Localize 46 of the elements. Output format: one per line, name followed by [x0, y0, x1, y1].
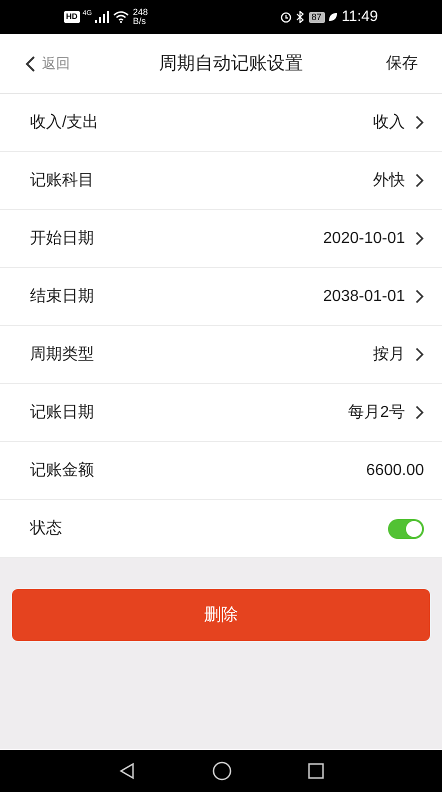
bluetooth-icon [296, 11, 304, 23]
row-label: 记账金额 [30, 460, 95, 480]
wifi-icon [112, 11, 129, 23]
save-button[interactable]: 保存 [386, 52, 418, 76]
home-circle-icon[interactable] [212, 761, 232, 781]
clock-time: 11:49 [342, 6, 378, 27]
chevron-right-icon [415, 115, 424, 130]
settings-row[interactable]: 周期类型 按月 [0, 326, 442, 384]
battery-level: 87 [308, 12, 325, 22]
back-triangle-icon[interactable] [118, 762, 136, 780]
row-value: 每月2号 [348, 402, 405, 422]
network-speed-unit: B/s [132, 17, 147, 26]
row-value: 2020-10-01 [323, 228, 405, 248]
row-value: 6600.00 [366, 460, 424, 480]
chevron-right-icon [415, 347, 424, 362]
recents-square-icon[interactable] [308, 763, 324, 779]
row-label: 记账科目 [30, 170, 95, 190]
network-speed: 248 [132, 8, 148, 17]
chevron-left-icon [24, 54, 36, 72]
toggle-switch[interactable] [388, 518, 424, 538]
settings-row[interactable]: 记账科目 外快 [0, 152, 442, 210]
row-value: 外快 [373, 170, 405, 190]
chevron-right-icon [415, 405, 424, 420]
settings-row[interactable]: 记账日期 每月2号 [0, 384, 442, 442]
settings-row[interactable]: 收入/支出 收入 [0, 94, 442, 152]
row-label: 状态 [30, 518, 63, 538]
signal-icon [92, 11, 109, 23]
alarm-icon [280, 11, 292, 23]
row-label: 结束日期 [30, 286, 95, 306]
leaf-icon [328, 12, 338, 22]
back-button[interactable]: 返回 [24, 53, 70, 74]
page-title: 周期自动记账设置 [159, 52, 303, 75]
row-value: 按月 [373, 344, 405, 364]
row-label: 开始日期 [30, 228, 95, 248]
chevron-right-icon [415, 231, 424, 246]
hd-badge: HD [64, 11, 80, 23]
row-value: 2038-01-01 [323, 286, 405, 306]
delete-button[interactable]: 删除 [12, 589, 430, 641]
chevron-right-icon [415, 289, 424, 304]
chevron-right-icon [415, 173, 424, 188]
row-label: 记账日期 [30, 402, 95, 422]
row-label: 收入/支出 [30, 112, 100, 132]
settings-row[interactable]: 开始日期 2020-10-01 [0, 210, 442, 268]
row-label: 周期类型 [30, 344, 95, 364]
settings-row[interactable]: 结束日期 2038-01-01 [0, 268, 442, 326]
row-value: 收入 [373, 112, 405, 132]
